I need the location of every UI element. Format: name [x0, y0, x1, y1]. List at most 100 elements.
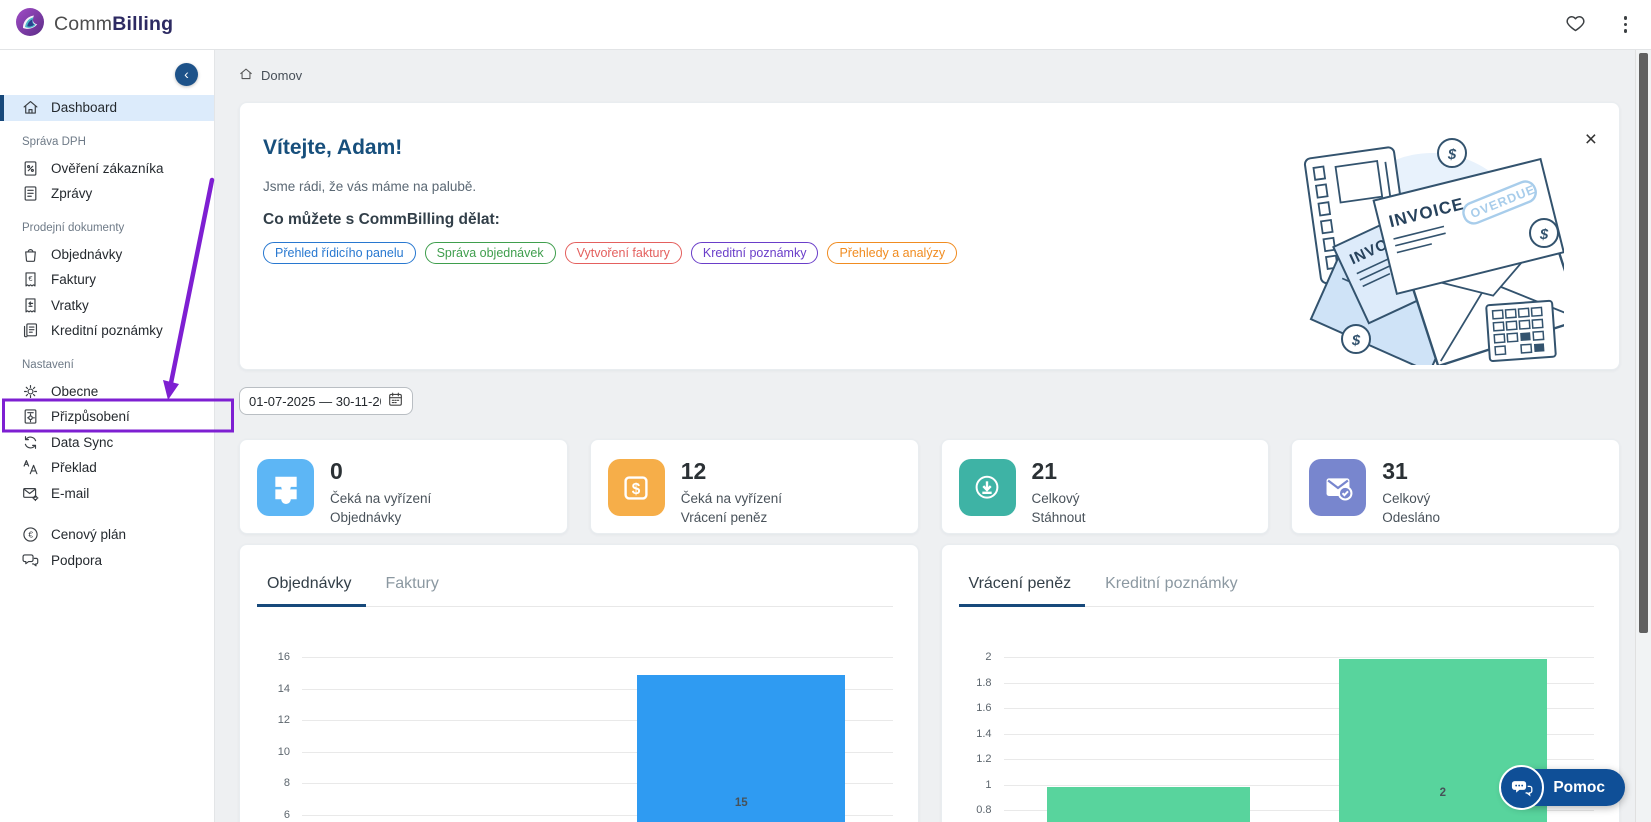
mail-gear-icon: [22, 485, 39, 502]
tab-objednavky[interactable]: Objednávky: [257, 575, 365, 607]
tab-faktury[interactable]: Faktury: [384, 575, 441, 606]
sidebar-item-prizpusobeni[interactable]: Přizpůsobení: [0, 404, 214, 430]
close-welcome-button[interactable]: ×: [1585, 129, 1597, 150]
sidebar-item-label: Vratky: [51, 297, 89, 313]
sidebar-item-dashboard[interactable]: Dashboard: [0, 95, 214, 121]
sidebar-item-label: Obecne: [51, 383, 99, 399]
euro-circle-icon: €: [22, 526, 39, 543]
dollar-icon: $: [607, 459, 665, 516]
chevron-left-icon: ‹: [184, 66, 189, 82]
sidebar-item-label: Faktury: [51, 272, 97, 288]
feature-pill-vytvoreni-faktury: Vytvoření faktury: [564, 242, 682, 264]
welcome-card: Vítejte, Adam! Jsme rádi, že vás máme na…: [239, 102, 1620, 370]
calculator-icon: [1485, 299, 1557, 362]
brand-name: CommBilling: [54, 13, 174, 35]
stat-card-stahnout[interactable]: 21 Celkový Stáhnout: [940, 439, 1270, 534]
scrollbar-thumb[interactable]: [1639, 53, 1648, 633]
welcome-subtitle: Jsme rádi, že vás máme na palubě.: [263, 179, 477, 194]
feature-pill-sprava-objednavek: Správa objednávek: [424, 242, 556, 264]
sidebar-item-zpravy[interactable]: Zprávy: [0, 181, 214, 207]
sidebar-item-label: Ověření zákazníka: [51, 160, 164, 176]
credit-note-icon: [22, 322, 39, 339]
sidebar-item-cenovy-plan[interactable]: € Cenový plán: [0, 522, 214, 548]
chart-tabs: Objednávky Faktury: [257, 575, 893, 607]
stat-value: 12: [680, 458, 707, 484]
help-button-label: Pomoc: [1553, 778, 1605, 796]
sidebar-item-label: Překlad: [51, 460, 97, 476]
page-scrollbar: [1635, 50, 1651, 822]
more-menu-button[interactable]: [1616, 12, 1636, 37]
sidebar-section-label-prodejni-dokumenty: Prodejní dokumenty: [22, 221, 125, 234]
sidebar-section-label-sprava-dph: Správa DPH: [22, 135, 86, 148]
doc-gear-icon: [22, 408, 39, 425]
sidebar-item-e-mail[interactable]: E-mail: [0, 481, 214, 507]
chart-tabs: Vrácení peněz Kreditní poznámky: [958, 575, 1594, 607]
stat-value: 31: [1382, 458, 1408, 484]
y-axis-tick-label: 1.2: [976, 753, 992, 765]
y-axis-tick-label: 8: [283, 777, 290, 790]
brand-logo[interactable]: CommBilling: [15, 0, 173, 49]
calendar-icon[interactable]: [388, 392, 403, 410]
date-range-picker[interactable]: 01-07-2025 — 30-11-2025: [239, 387, 413, 415]
sidebar-item-label: Dashboard: [51, 100, 118, 116]
y-axis-tick-label: 12: [277, 714, 290, 727]
stat-value: 21: [1031, 458, 1058, 484]
stat-label-line2: Objednávky: [330, 509, 402, 525]
home-icon[interactable]: [239, 67, 253, 84]
tab-vraceni-penez[interactable]: Vrácení peněz: [958, 575, 1085, 607]
sidebar-item-vratky[interactable]: Vratky: [0, 293, 214, 319]
sidebar-item-label: Podpora: [51, 552, 103, 568]
y-axis-tick-label: 0.8: [976, 804, 992, 816]
sidebar-item-objednavky[interactable]: Objednávky: [0, 242, 214, 268]
y-axis-tick-label: 2: [985, 651, 992, 663]
stat-label-line1: Čeká na vyřízení: [680, 491, 783, 506]
mail-check-icon: [1309, 459, 1367, 516]
help-button[interactable]: Pomoc: [1499, 765, 1625, 810]
stat-card-objednavky[interactable]: 0 Čeká na vyřízení Objednávky: [239, 439, 568, 534]
stat-text: 0 Čeká na vyřízení Objednávky: [330, 459, 431, 533]
sidebar-item-preklad[interactable]: Překlad: [0, 455, 214, 481]
gear-icon: [22, 383, 39, 400]
orders-invoices-chart-card: Objednávky Faktury 16 14 12 10 8 6 15: [239, 544, 919, 822]
kebab-menu-icon: [1623, 16, 1627, 20]
stat-label-line2: Vrácení peněz: [680, 509, 768, 525]
sidebar-item-label: Cenový plán: [51, 527, 127, 543]
bag-icon: [22, 246, 39, 263]
favorite-button[interactable]: [1561, 9, 1590, 41]
stat-text: 12 Čeká na vyřízení Vrácení peněz: [681, 459, 782, 533]
receipt-euro-icon: €: [22, 271, 39, 288]
stat-card-vraceni-penez[interactable]: $12 Čeká na vyřízení Vrácení peněz: [589, 439, 919, 534]
sidebar-item-overeni-zakaznika[interactable]: Ověření zákazníka: [0, 156, 214, 182]
welcome-title: Vítejte, Adam!: [263, 136, 403, 159]
breadcrumb: Domov: [239, 67, 1620, 83]
brand-logo-icon: [15, 7, 45, 42]
gridline: [1003, 657, 1594, 658]
stat-value: 0: [330, 458, 343, 484]
stat-card-odeslano[interactable]: 31 Celkový Odesláno: [1291, 439, 1620, 534]
feature-pill-prehledy-a-analyzy: Přehledy a analýzy: [827, 242, 958, 264]
stat-label-line2: Odesláno: [1382, 509, 1441, 525]
tab-kreditni-poznamky[interactable]: Kreditní poznámky: [1103, 575, 1240, 606]
close-icon: ×: [1584, 128, 1597, 151]
bar-value-label: 15: [734, 796, 748, 809]
chat-bubble-icon: [1499, 765, 1545, 810]
sidebar-section-label-nastaveni: Nastavení: [22, 358, 74, 371]
sidebar-item-label: Kreditní poznámky: [51, 323, 163, 339]
sidebar-item-kreditni-poznamky[interactable]: Kreditní poznámky: [0, 318, 214, 344]
heart-icon: [1565, 13, 1586, 37]
home-icon: [22, 99, 39, 116]
svg-text:$: $: [632, 480, 641, 497]
bar-vraceni-penez-0[interactable]: [1047, 786, 1250, 822]
collapse-sidebar-button[interactable]: ‹: [175, 63, 198, 86]
sidebar-nav: Dashboard Správa DPH Ověření zákazníka Zprá…: [0, 50, 214, 573]
sidebar-item-faktury[interactable]: € Faktury: [0, 267, 214, 293]
sidebar-item-podpora[interactable]: Podpora: [0, 548, 214, 574]
y-axis-tick-label: 6: [283, 809, 290, 821]
receipt-return-icon: [22, 297, 39, 314]
welcome-prompt: Co můžete s CommBilling dělat:: [263, 211, 500, 228]
date-range-value: 01-07-2025 — 30-11-2025: [249, 393, 381, 409]
sidebar-item-obecne[interactable]: Obecne: [0, 379, 214, 405]
svg-text:€: €: [28, 530, 33, 540]
sidebar-item-data-sync[interactable]: Data Sync: [0, 430, 214, 456]
